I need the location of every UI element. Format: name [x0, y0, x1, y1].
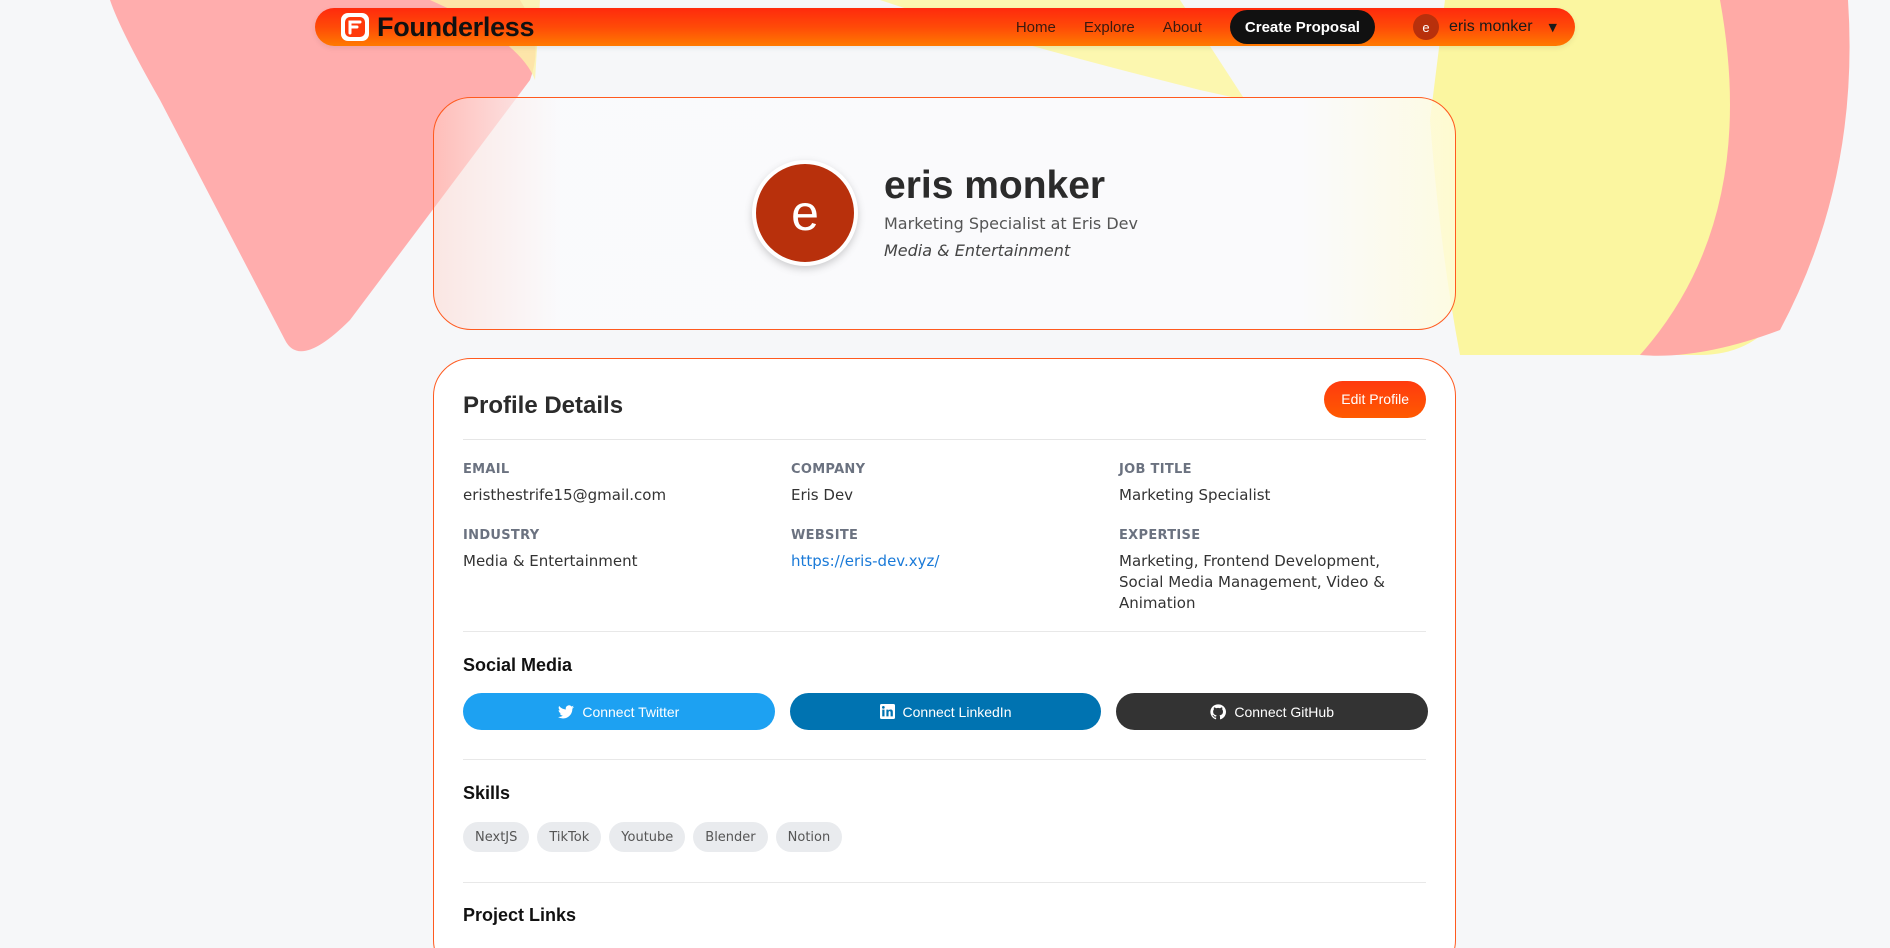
- nav-about-link[interactable]: About: [1149, 19, 1216, 36]
- field-job-title: JOB TITLE Marketing Specialist: [1119, 462, 1428, 506]
- project-links-title: Project Links: [463, 905, 577, 925]
- nav-explore-link[interactable]: Explore: [1070, 19, 1149, 36]
- divider: [463, 759, 1426, 760]
- profile-name: eris monker: [884, 164, 1106, 207]
- connect-github-button[interactable]: Connect GitHub: [1116, 693, 1429, 730]
- nav-home-link[interactable]: Home: [1002, 19, 1070, 36]
- connect-github-label: Connect GitHub: [1234, 703, 1334, 720]
- skills-title: Skills: [463, 783, 511, 803]
- field-industry: INDUSTRY Media & Entertainment: [463, 528, 791, 614]
- connect-twitter-button[interactable]: Connect Twitter: [463, 693, 775, 730]
- connect-twitter-label: Connect Twitter: [582, 703, 680, 720]
- website-link[interactable]: https://eris-dev.xyz/: [791, 552, 939, 570]
- field-label: INDUSTRY: [463, 528, 540, 543]
- profile-industry: Media & Entertainment: [884, 241, 1071, 260]
- brand-name: Founderless: [377, 11, 535, 42]
- skill-chip: Youtube: [609, 822, 686, 852]
- github-icon: [1210, 703, 1227, 719]
- skill-chip: Blender: [693, 822, 768, 852]
- job-title-value: Marketing Specialist: [1119, 486, 1271, 504]
- social-buttons: Connect Twitter Connect LinkedIn Connect…: [463, 693, 1429, 730]
- field-email: EMAIL eristhestrife15@gmail.com: [463, 462, 791, 506]
- right-yellow-shape: [1430, 0, 1848, 355]
- user-avatar: e: [1412, 14, 1439, 40]
- field-label: COMPANY: [791, 462, 866, 477]
- connect-linkedin-button[interactable]: Connect LinkedIn: [789, 693, 1102, 730]
- brand[interactable]: Founderless: [341, 11, 535, 43]
- founderless-logo-icon: [341, 13, 369, 41]
- company-value: Eris Dev: [791, 486, 854, 504]
- divider: [463, 882, 1426, 883]
- chevron-down-icon: ▼: [1548, 20, 1557, 34]
- user-menu[interactable]: e eris monker ▼: [1412, 14, 1557, 40]
- email-value: eristhestrife15@gmail.com: [463, 486, 667, 504]
- field-website: WEBSITE https://eris-dev.xyz/: [791, 528, 1119, 614]
- details-title: Profile Details: [463, 392, 624, 419]
- skill-chip: NextJS: [463, 822, 530, 852]
- details-grid: EMAIL eristhestrife15@gmail.com COMPANY …: [463, 462, 1428, 614]
- skill-chip: TikTok: [537, 822, 602, 852]
- profile-hero-card: e eris monker Marketing Specialist at Er…: [433, 97, 1456, 330]
- skill-chip: Notion: [775, 822, 843, 852]
- industry-value: Media & Entertainment: [463, 552, 638, 570]
- field-label: JOB TITLE: [1119, 462, 1192, 477]
- edit-profile-button[interactable]: Edit Profile: [1324, 380, 1426, 418]
- field-expertise: EXPERTISE Marketing, Frontend Developmen…: [1119, 528, 1428, 614]
- linkedin-icon: [879, 704, 895, 719]
- profile-subtitle: Marketing Specialist at Eris Dev: [884, 214, 1138, 233]
- twitter-icon: [558, 704, 575, 718]
- top-navbar: Founderless Home Explore About Create Pr…: [315, 8, 1575, 46]
- skills-list: NextJS TikTok Youtube Blender Notion: [463, 822, 843, 852]
- field-company: COMPANY Eris Dev: [791, 462, 1119, 506]
- profile-details-card: Profile Details Edit Profile EMAIL erist…: [433, 358, 1456, 948]
- field-label: EMAIL: [463, 462, 510, 477]
- profile-avatar: e: [752, 160, 858, 266]
- expertise-value: Marketing, Frontend Development, Social …: [1119, 552, 1385, 612]
- field-label: EXPERTISE: [1119, 528, 1201, 543]
- divider: [463, 631, 1426, 632]
- profile-hero-content: e eris monker Marketing Specialist at Er…: [752, 160, 1138, 266]
- details-header: Profile Details Edit Profile: [463, 380, 1426, 440]
- nav-links: Home Explore About Create Proposal e eri…: [1002, 10, 1557, 44]
- right-pink-shape: [1640, 0, 1850, 356]
- field-label: WEBSITE: [791, 528, 859, 543]
- social-media-title: Social Media: [463, 655, 573, 675]
- create-proposal-button[interactable]: Create Proposal: [1229, 10, 1375, 44]
- profile-hero-text: eris monker Marketing Specialist at Eris…: [884, 160, 1138, 260]
- connect-linkedin-label: Connect LinkedIn: [902, 703, 1012, 720]
- user-name: eris monker: [1448, 18, 1533, 35]
